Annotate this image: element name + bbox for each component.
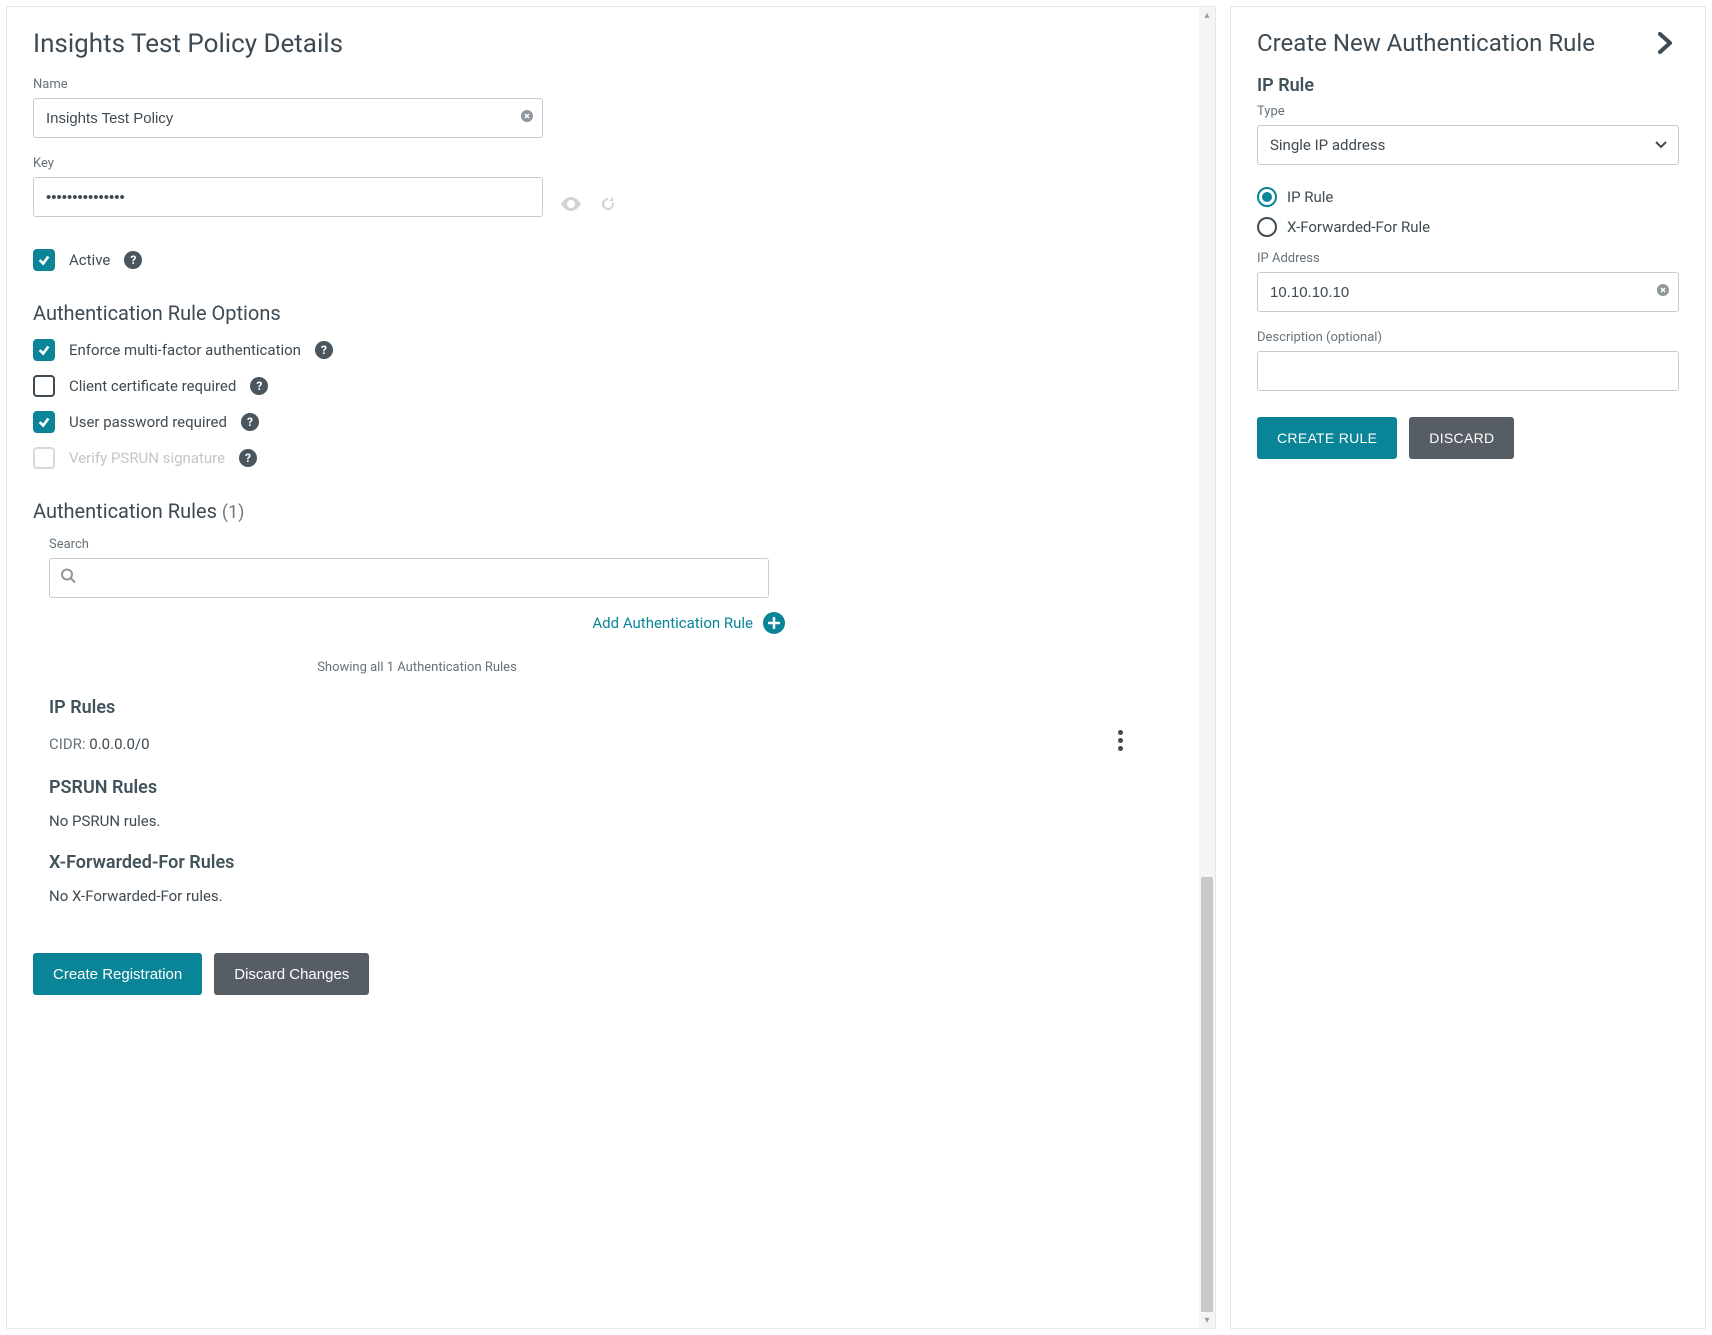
ip-rules-title: IP Rules — [49, 697, 1157, 718]
radio-xff-rule-label: X-Forwarded-For Rule — [1287, 218, 1430, 236]
psrun-empty-text: No PSRUN rules. — [49, 812, 1157, 830]
opt-psrun-label: Verify PSRUN signature — [69, 449, 225, 467]
policy-details-panel: Insights Test Policy Details Name Key — [6, 6, 1216, 1329]
psrun-rules-title: PSRUN Rules — [49, 777, 1157, 798]
radio-ip-rule-input[interactable] — [1257, 187, 1277, 207]
type-label: Type — [1257, 104, 1679, 119]
opt-psrun-checkbox — [33, 447, 55, 469]
scroll-thumb[interactable] — [1201, 877, 1213, 1317]
active-help-icon[interactable]: ? — [124, 251, 142, 269]
radio-ip-rule[interactable]: IP Rule — [1257, 187, 1679, 207]
search-icon — [61, 569, 76, 588]
chevron-down-icon — [1655, 137, 1667, 153]
discard-changes-button[interactable]: Discard Changes — [214, 953, 369, 995]
description-label: Description (optional) — [1257, 330, 1679, 345]
active-label: Active — [69, 251, 110, 269]
scroll-up-icon[interactable]: ▴ — [1199, 7, 1215, 23]
ipaddress-label: IP Address — [1257, 251, 1679, 266]
opt-clientcert-help-icon[interactable]: ? — [250, 377, 268, 395]
opt-psrun-help-icon[interactable]: ? — [239, 449, 257, 467]
opt-mfa-checkbox[interactable] — [33, 339, 55, 361]
key-input[interactable] — [33, 177, 543, 217]
name-input[interactable] — [33, 98, 543, 138]
type-select-value[interactable]: Single IP address — [1257, 125, 1679, 165]
cidr-value: 0.0.0.0/0 — [89, 735, 149, 753]
opt-userpw-help-icon[interactable]: ? — [241, 413, 259, 431]
reveal-key-icon[interactable] — [561, 196, 581, 216]
side-subtitle: IP Rule — [1257, 75, 1679, 96]
auth-rules-count: (1) — [222, 502, 245, 523]
add-rule-link[interactable]: Add Authentication Rule — [592, 614, 753, 632]
add-rule-plus-icon[interactable] — [763, 612, 785, 634]
name-label: Name — [33, 77, 1173, 92]
opt-userpw-label: User password required — [69, 413, 227, 431]
create-rule-panel: Create New Authentication Rule IP Rule T… — [1230, 6, 1706, 1329]
ipaddress-input[interactable] — [1257, 272, 1679, 312]
opt-mfa-label: Enforce multi-factor authentication — [69, 341, 301, 359]
auth-rules-title: Authentication Rules (1) ? — [33, 499, 1173, 523]
key-label: Key — [33, 156, 1173, 171]
radio-xff-rule[interactable]: X-Forwarded-For Rule — [1257, 217, 1679, 237]
collapse-panel-icon[interactable] — [1651, 32, 1679, 54]
radio-ip-rule-label: IP Rule — [1287, 188, 1333, 206]
ip-rule-row: CIDR: 0.0.0.0/0 — [49, 732, 1157, 755]
discard-rule-button[interactable]: DISCARD — [1409, 417, 1514, 459]
showing-text: Showing all 1 Authentication Rules — [49, 660, 785, 675]
xff-rules-title: X-Forwarded-For Rules — [49, 852, 1157, 873]
opt-mfa-row: Enforce multi-factor authentication ? — [33, 339, 1173, 361]
scroll-down-icon[interactable]: ▾ — [1199, 1312, 1215, 1328]
side-title: Create New Authentication Rule — [1257, 29, 1679, 57]
opt-userpw-checkbox[interactable] — [33, 411, 55, 433]
ip-rule-menu-icon[interactable] — [1114, 726, 1127, 755]
create-rule-button[interactable]: CREATE RULE — [1257, 417, 1397, 459]
scrollbar[interactable]: ▴ ▾ — [1199, 7, 1215, 1328]
xff-empty-text: No X-Forwarded-For rules. — [49, 887, 1157, 905]
page-title: Insights Test Policy Details — [33, 29, 1173, 59]
opt-clientcert-label: Client certificate required — [69, 377, 236, 395]
radio-xff-rule-input[interactable] — [1257, 217, 1277, 237]
opt-clientcert-checkbox[interactable] — [33, 375, 55, 397]
active-checkbox[interactable] — [33, 249, 55, 271]
regenerate-key-icon[interactable] — [599, 195, 617, 218]
cidr-label: CIDR: — [49, 735, 86, 753]
create-registration-button[interactable]: Create Registration — [33, 953, 202, 995]
search-input[interactable] — [49, 558, 769, 598]
search-label: Search — [49, 537, 1173, 552]
opt-mfa-help-icon[interactable]: ? — [315, 341, 333, 359]
clear-name-icon[interactable] — [521, 110, 533, 126]
clear-ipaddress-icon[interactable] — [1657, 284, 1669, 300]
opt-clientcert-row: Client certificate required ? — [33, 375, 1173, 397]
auth-options-title: Authentication Rule Options — [33, 301, 1173, 325]
active-checkbox-row: Active ? — [33, 249, 1173, 271]
type-select[interactable]: Single IP address — [1257, 125, 1679, 165]
opt-psrun-row: Verify PSRUN signature ? — [33, 447, 1173, 469]
description-input[interactable] — [1257, 351, 1679, 391]
opt-userpw-row: User password required ? — [33, 411, 1173, 433]
